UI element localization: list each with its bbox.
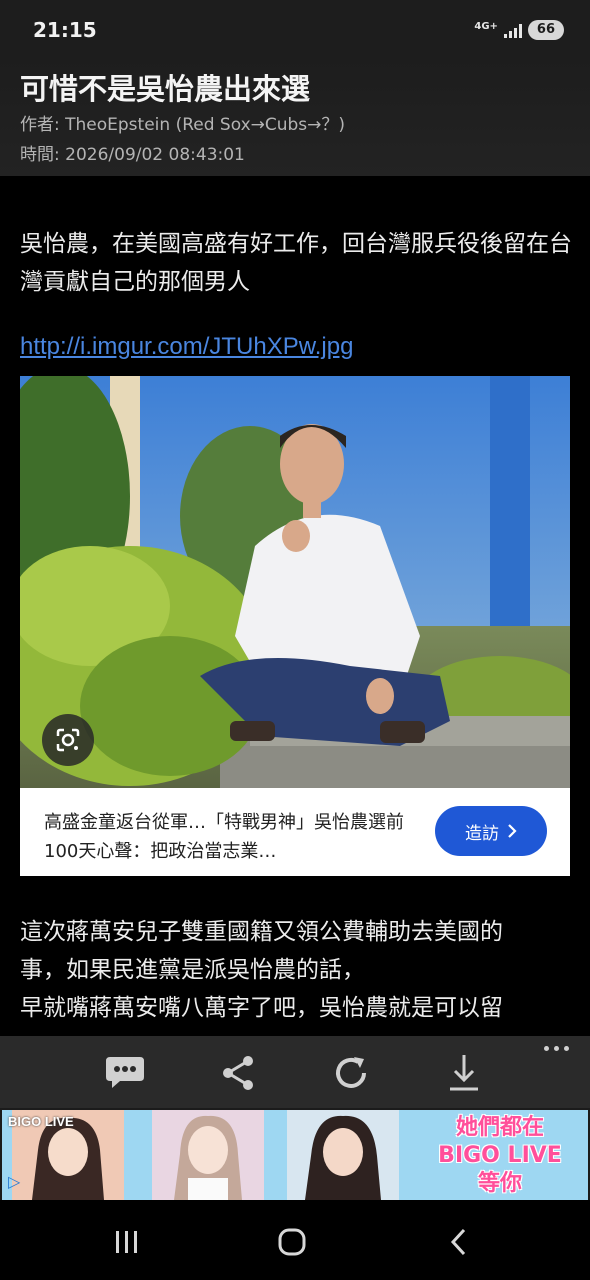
network-type: 4G+ <box>474 21 498 32</box>
ad-creative[interactable]: BIGO LIVE ▷ 她們都在 BIGO LIVE 等你 <box>2 1110 588 1200</box>
back-icon <box>450 1228 466 1256</box>
post-author: 作者: TheoEpstein (Red Sox→Cubs→？) <box>20 115 346 135</box>
status-bar: 21:15 4G+ 66 <box>0 0 590 58</box>
paragraph-line: 早就嘴蔣萬安嘴八萬字了吧，吳怡農就是可以留 <box>20 995 503 1021</box>
chevron-right-icon <box>508 824 517 838</box>
ad-headline: 她們都在 BIGO LIVE 等你 <box>420 1114 580 1198</box>
google-lens-button[interactable] <box>42 714 94 766</box>
ad-headline-line: 等你 <box>477 1171 522 1196</box>
preview-photo[interactable] <box>20 376 570 788</box>
paragraph-line: 這次蔣萬安兒子雙重國籍又領公費輔助去美國的 <box>20 919 503 945</box>
download-button[interactable] <box>441 1050 487 1096</box>
download-icon <box>450 1055 478 1091</box>
image-preview-card[interactable]: 高盛金童返台從軍…「特戰男神」吳怡農選前100天心聲：把政治當志業… 造訪 <box>20 376 570 876</box>
refresh-icon <box>336 1057 366 1088</box>
google-lens-icon <box>56 728 80 752</box>
share-button[interactable] <box>215 1050 261 1096</box>
ad-headline-line: BIGO LIVE <box>438 1143 562 1168</box>
post-content: 吳怡農，在美國高盛有好工作，回台灣服兵役後留在台灣貢獻自己的那個男人 http:… <box>0 176 590 1036</box>
visit-button[interactable]: 造訪 <box>435 806 547 856</box>
post-time: 時間: 2026/09/02 08:43:01 <box>20 145 245 165</box>
ad-choices-icon[interactable]: ▷ <box>8 1172 20 1191</box>
ad-headline-line: 她們都在 <box>455 1115 544 1140</box>
photo-illustration <box>20 376 570 788</box>
refresh-button[interactable] <box>328 1050 374 1096</box>
signal-icon <box>503 22 522 38</box>
comment-button[interactable] <box>102 1050 148 1096</box>
visit-label: 造訪 <box>465 823 499 844</box>
post-paragraph-2: 這次蔣萬安兒子雙重國籍又領公費輔助去美國的 事，如果民進黨是派吳怡農的話， 早就… <box>20 913 575 1027</box>
battery-indicator: 66 <box>527 20 564 40</box>
image-caption-area: 高盛金童返台從軍…「特戰男神」吳怡農選前100天心聲：把政治當志業… 造訪 <box>20 788 570 876</box>
ad-photo <box>287 1110 399 1200</box>
status-time: 21:15 <box>33 18 97 42</box>
bottom-toolbar <box>0 1036 590 1108</box>
more-icon[interactable] <box>538 1042 574 1054</box>
comment-icon <box>106 1057 144 1088</box>
recent-apps-button[interactable] <box>102 1220 152 1264</box>
system-nav-bar <box>0 1200 590 1280</box>
post-title: 可惜不是吳怡農出來選 <box>20 72 311 106</box>
post-header: 可惜不是吳怡農出來選 作者: TheoEpstein (Red Sox→Cubs… <box>0 58 590 176</box>
ad-logo: BIGO LIVE <box>8 1114 74 1129</box>
share-icon <box>223 1056 253 1090</box>
paragraph-line: 事，如果民進黨是派吳怡農的話， <box>20 957 365 983</box>
recent-apps-icon <box>116 1231 137 1253</box>
post-paragraph: 吳怡農，在美國高盛有好工作，回台灣服兵役後留在台灣貢獻自己的那個男人 <box>20 231 572 295</box>
image-caption: 高盛金童返台從軍…「特戰男神」吳怡農選前100天心聲：把政治當志業… <box>44 812 404 862</box>
home-button[interactable] <box>267 1220 317 1264</box>
status-indicators: 4G+ 66 <box>474 19 564 41</box>
home-icon <box>278 1228 306 1256</box>
ad-banner[interactable]: BIGO LIVE ▷ 她們都在 BIGO LIVE 等你 <box>0 1108 590 1200</box>
image-link[interactable]: http://i.imgur.com/JTUhXPw.jpg <box>20 333 353 361</box>
ad-photo <box>152 1110 264 1200</box>
back-button[interactable] <box>433 1220 483 1264</box>
